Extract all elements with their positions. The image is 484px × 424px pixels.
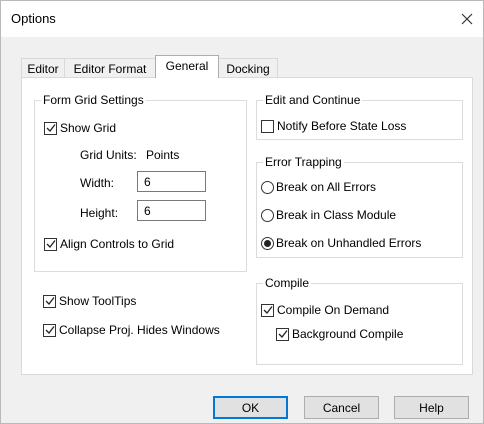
checkbox-box[interactable] bbox=[43, 323, 56, 337]
checkmark-icon bbox=[46, 124, 56, 132]
break-on-unhandled-errors-radio[interactable]: Break on Unhandled Errors bbox=[261, 236, 421, 250]
checkmark-icon bbox=[278, 330, 288, 338]
checkmark-icon bbox=[46, 240, 56, 248]
edit-and-continue-group: Edit and Continue Notify Before State Lo… bbox=[256, 93, 463, 140]
checkbox-label: Compile On Demand bbox=[277, 303, 390, 317]
height-field[interactable] bbox=[137, 200, 206, 221]
window-title: Options bbox=[11, 11, 56, 26]
tab-editor-format[interactable]: Editor Format bbox=[64, 58, 156, 77]
checkbox-box[interactable] bbox=[261, 303, 274, 317]
help-button[interactable]: Help bbox=[394, 396, 469, 419]
checkbox-box[interactable] bbox=[276, 327, 289, 341]
radio-label: Break on All Errors bbox=[276, 180, 377, 194]
checkmark-icon bbox=[45, 326, 55, 334]
checkbox-label: Show ToolTips bbox=[59, 294, 137, 308]
form-grid-settings-group: Form Grid Settings Show Grid Grid Units:… bbox=[34, 93, 247, 272]
checkbox-label: Notify Before State Loss bbox=[277, 119, 407, 133]
notify-before-state-loss-checkbox[interactable]: Notify Before State Loss bbox=[261, 119, 406, 133]
radio-circle[interactable] bbox=[261, 236, 274, 250]
show-tooltips-checkbox[interactable]: Show ToolTips bbox=[43, 294, 136, 308]
compile-on-demand-checkbox[interactable]: Compile On Demand bbox=[261, 303, 389, 317]
radio-label: Break in Class Module bbox=[276, 208, 397, 222]
checkmark-icon bbox=[263, 306, 273, 314]
radio-circle[interactable] bbox=[261, 208, 274, 222]
checkmark-icon bbox=[45, 297, 55, 305]
break-on-all-errors-radio[interactable]: Break on All Errors bbox=[261, 180, 376, 194]
checkbox-label: Show Grid bbox=[60, 121, 117, 135]
radio-circle[interactable] bbox=[261, 180, 274, 194]
close-button[interactable] bbox=[453, 5, 481, 33]
group-legend: Compile bbox=[263, 276, 312, 290]
show-grid-checkbox[interactable]: Show Grid bbox=[44, 121, 116, 135]
group-legend: Form Grid Settings bbox=[41, 93, 146, 107]
tab-label: General bbox=[165, 59, 209, 73]
general-tab-panel: Form Grid Settings Show Grid Grid Units:… bbox=[21, 77, 473, 375]
collapse-proj-checkbox[interactable]: Collapse Proj. Hides Windows bbox=[43, 323, 220, 337]
checkbox-label: Collapse Proj. Hides Windows bbox=[59, 323, 220, 337]
radio-dot-icon bbox=[264, 239, 271, 247]
error-trapping-group: Error Trapping Break on All Errors Break… bbox=[256, 155, 463, 258]
tab-label: Editor Format bbox=[73, 62, 147, 76]
checkbox-label: Background Compile bbox=[292, 327, 404, 341]
tab-general[interactable]: General bbox=[155, 55, 219, 78]
ok-button[interactable]: OK bbox=[213, 396, 288, 419]
checkbox-label: Align Controls to Grid bbox=[60, 237, 175, 251]
compile-group: Compile Compile On Demand Background Com… bbox=[256, 276, 463, 365]
title-bar: Options bbox=[1, 1, 483, 37]
grid-units-value: Points bbox=[146, 148, 180, 162]
checkbox-box[interactable] bbox=[44, 121, 57, 135]
tab-docking[interactable]: Docking bbox=[218, 58, 278, 77]
tab-label: Editor bbox=[27, 62, 59, 76]
close-icon bbox=[461, 13, 473, 25]
checkbox-box[interactable] bbox=[43, 294, 56, 308]
group-legend: Edit and Continue bbox=[263, 93, 363, 107]
break-in-class-module-radio[interactable]: Break in Class Module bbox=[261, 208, 396, 222]
width-label: Width: bbox=[80, 176, 115, 190]
background-compile-checkbox[interactable]: Background Compile bbox=[276, 327, 403, 341]
radio-label: Break on Unhandled Errors bbox=[276, 236, 422, 250]
options-dialog: Options Editor Editor Format General Doc… bbox=[0, 0, 484, 424]
group-legend: Error Trapping bbox=[263, 155, 344, 169]
tab-label: Docking bbox=[226, 62, 270, 76]
align-controls-checkbox[interactable]: Align Controls to Grid bbox=[44, 237, 174, 251]
grid-units-label: Grid Units: bbox=[80, 148, 137, 162]
width-field[interactable] bbox=[137, 171, 206, 192]
checkbox-box[interactable] bbox=[44, 237, 57, 251]
height-label: Height: bbox=[80, 206, 119, 220]
cancel-button[interactable]: Cancel bbox=[304, 396, 379, 419]
tab-editor[interactable]: Editor bbox=[21, 58, 65, 77]
checkbox-box[interactable] bbox=[261, 119, 274, 133]
